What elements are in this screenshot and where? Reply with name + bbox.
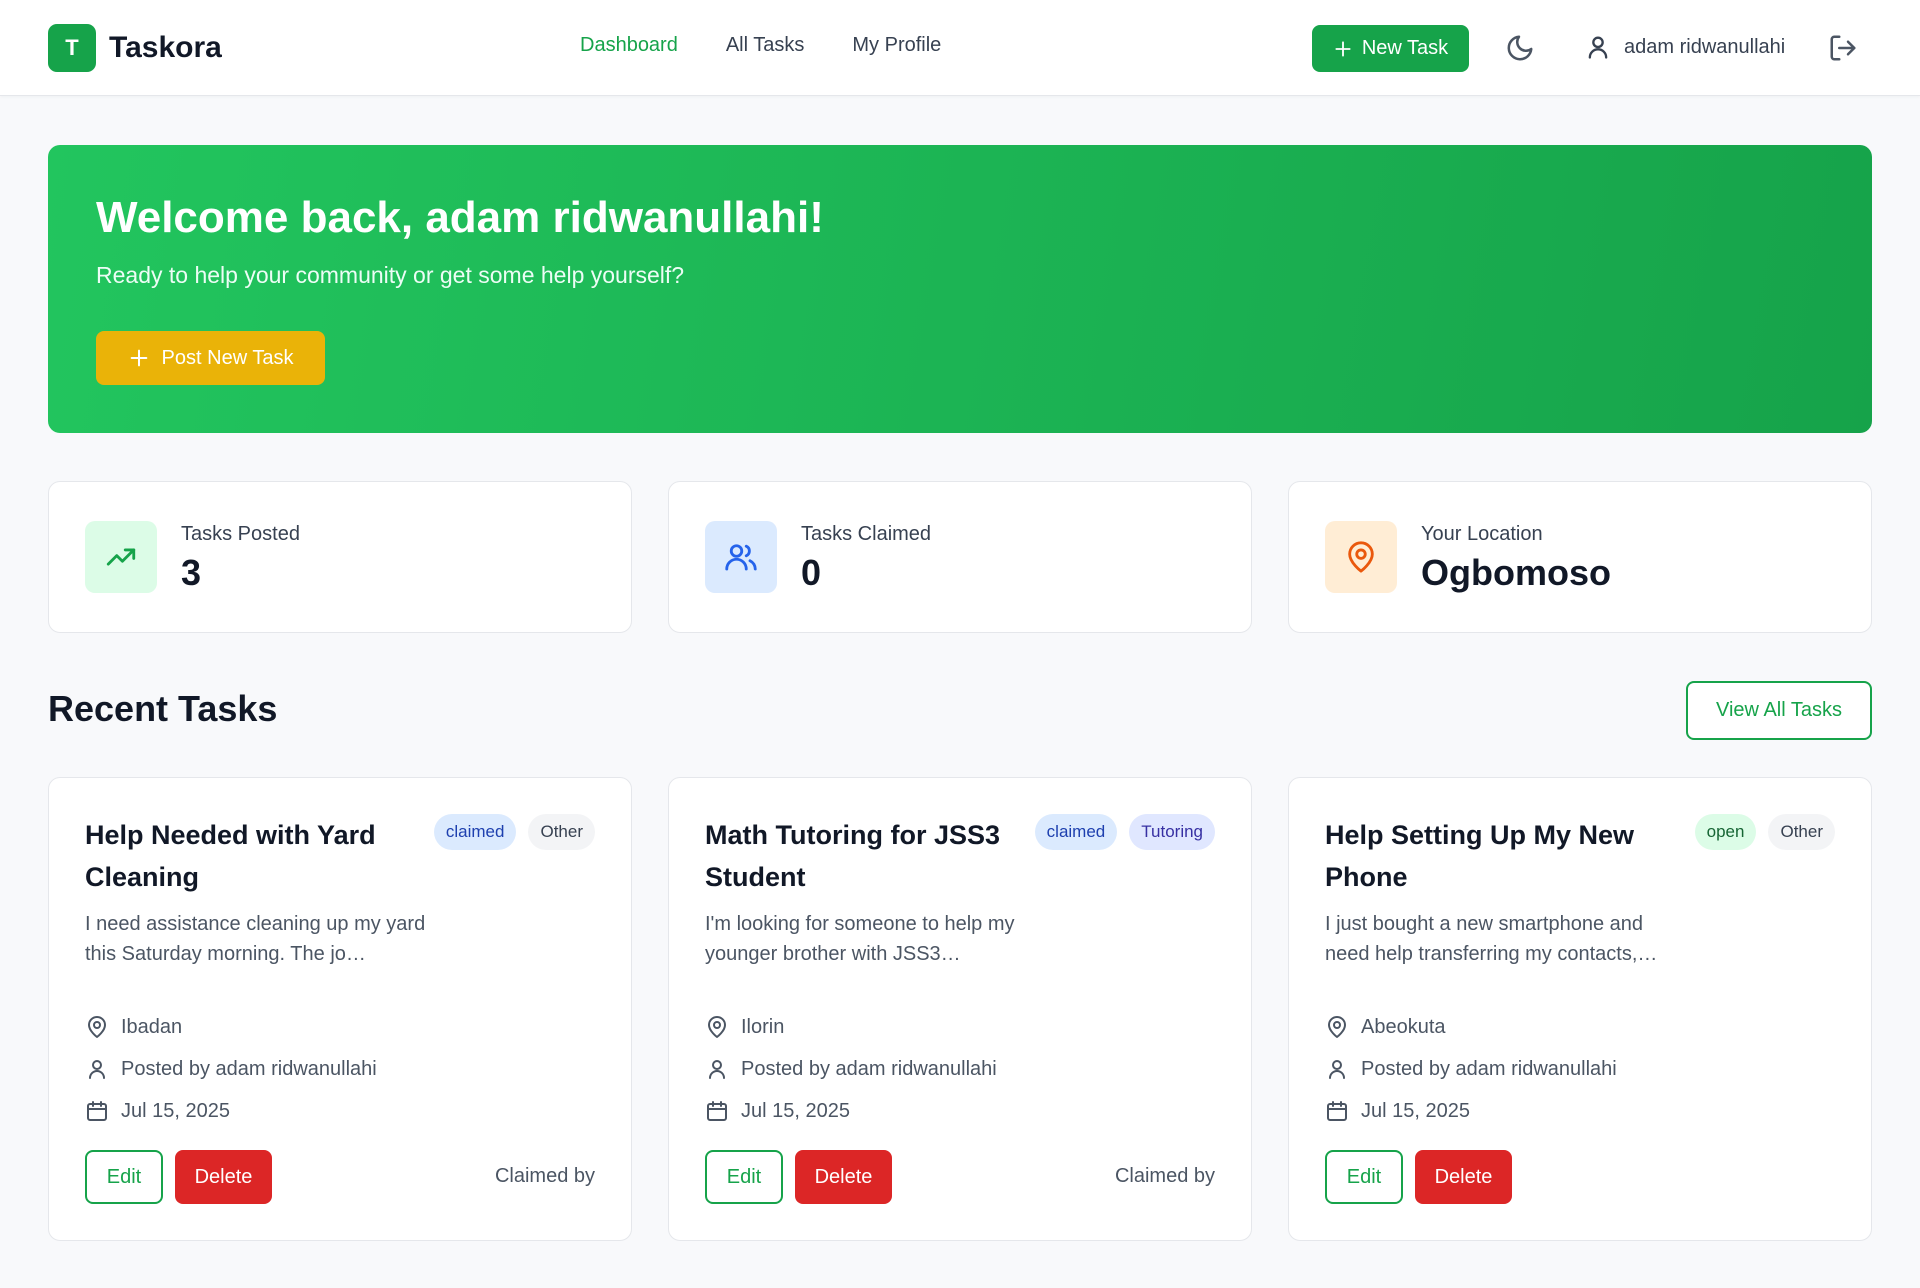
task-badges: open Other [1694,814,1835,850]
view-all-tasks-button[interactable]: View All Tasks [1686,681,1872,740]
logo-mark: T [48,24,96,72]
delete-button[interactable]: Delete [175,1150,272,1204]
task-description: I need assistance cleaning up my yard th… [85,913,426,965]
user-icon [89,1060,105,1079]
edit-button[interactable]: Edit [85,1150,163,1204]
map-pin-icon [1325,521,1397,593]
stat-label: Your Location [1421,523,1543,545]
welcome-title: Welcome back, adam ridwanullahi! [96,193,824,242]
new-task-label: New Task [1361,37,1449,59]
user-menu[interactable]: adam ridwanullahi [1584,33,1785,61]
recent-tasks-title: Recent Tasks [48,688,278,729]
task-location: Abeokuta [1325,1015,1446,1039]
map-pin-icon [708,1016,726,1038]
task-card[interactable]: Help Setting Up My New Phone open Other … [1288,777,1872,1241]
stat-card-location: Your Location Ogbomoso [1288,481,1872,633]
task-date: Jul 15, 2025 [705,1099,850,1123]
user-icon [1329,1060,1345,1079]
task-card[interactable]: Help Needed with Yard Cleaning claimed O… [48,777,632,1241]
task-location-text: Ilorin [741,1015,785,1038]
user-icon [1588,36,1608,59]
nav-my-profile[interactable]: My Profile [852,34,941,57]
user-icon [709,1060,725,1079]
user-name: adam ridwanullahi [1624,35,1786,58]
nav-dashboard[interactable]: Dashboard [580,34,678,57]
task-poster: Posted by adam ridwanullahi [705,1057,997,1081]
stat-label: Tasks Claimed [801,523,932,545]
task-title: Help Setting Up My New Phone [1325,820,1635,892]
app-logo[interactable]: T Taskora [48,24,222,72]
task-description: I'm looking for someone to help my young… [705,913,1015,965]
task-location-text: Abeokuta [1361,1015,1446,1038]
theme-toggle-moon-icon[interactable] [1505,33,1535,63]
trending-up-icon [85,521,157,593]
claimed-by-text: Claimed by [1114,1165,1215,1187]
status-badge: claimed [1034,814,1118,850]
task-poster-text: Posted by adam ridwanullahi [741,1057,997,1080]
task-title: Math Tutoring for JSS3 Student [705,820,1000,892]
task-date: Jul 15, 2025 [1325,1099,1470,1123]
task-poster-text: Posted by adam ridwanullahi [1361,1057,1617,1080]
welcome-subtitle: Ready to help your community or get some… [96,262,685,288]
new-task-button[interactable]: New Task [1312,25,1469,72]
stat-value: Ogbomoso [1421,552,1611,593]
nav-all-tasks[interactable]: All Tasks [726,34,805,57]
delete-button[interactable]: Delete [795,1150,892,1204]
stat-label: Tasks Posted [181,523,300,545]
task-date-text: Jul 15, 2025 [1361,1099,1470,1122]
task-description: I just bought a new smartphone and need … [1325,913,1658,965]
stat-value: 3 [181,552,202,593]
app-name: Taskora [109,31,222,64]
calendar-icon [707,1101,727,1121]
calendar-icon [1327,1101,1347,1121]
claimed-by-text: Claimed by [494,1165,595,1187]
edit-button[interactable]: Edit [1325,1150,1403,1204]
task-poster: Posted by adam ridwanullahi [85,1057,377,1081]
task-location: Ibadan [85,1015,182,1039]
category-badge: Other [1768,814,1835,850]
task-title: Help Needed with Yard Cleaning [85,820,376,892]
category-badge: Tutoring [1129,814,1215,850]
calendar-icon [87,1101,107,1121]
plus-icon [130,349,147,367]
task-location: Ilorin [705,1015,784,1039]
status-badge: claimed [433,814,517,850]
edit-button[interactable]: Edit [705,1150,783,1204]
stat-card-tasks-posted: Tasks Posted 3 [48,481,632,633]
task-poster-text: Posted by adam ridwanullahi [121,1057,377,1080]
post-new-task-label: Post New Task [161,346,294,369]
map-pin-icon [1328,1016,1346,1038]
task-date-text: Jul 15, 2025 [121,1099,230,1122]
plus-icon [1335,40,1351,57]
category-badge: Other [528,814,595,850]
stat-value: 0 [801,552,822,593]
task-location-text: Ibadan [121,1015,183,1038]
main-nav: Dashboard All Tasks My Profile [580,34,941,57]
task-date-text: Jul 15, 2025 [741,1099,850,1122]
map-pin-icon [88,1016,106,1038]
stat-card-tasks-claimed: Tasks Claimed 0 [668,481,1252,633]
welcome-banner: Welcome back, adam ridwanullahi! Ready t… [48,145,1872,433]
delete-button[interactable]: Delete [1415,1150,1512,1204]
task-card[interactable]: Math Tutoring for JSS3 Student claimed T… [668,777,1252,1241]
users-icon [705,521,777,593]
task-badges: claimed Other [433,814,595,850]
task-badges: claimed Tutoring [1034,814,1215,850]
task-poster: Posted by adam ridwanullahi [1325,1057,1617,1081]
status-badge: open [1694,814,1757,850]
logout-icon[interactable] [1828,33,1858,63]
task-date: Jul 15, 2025 [85,1099,230,1123]
post-new-task-button[interactable]: Post New Task [96,331,325,385]
top-nav-bar: T Taskora Dashboard All Tasks My Profile… [0,0,1920,96]
